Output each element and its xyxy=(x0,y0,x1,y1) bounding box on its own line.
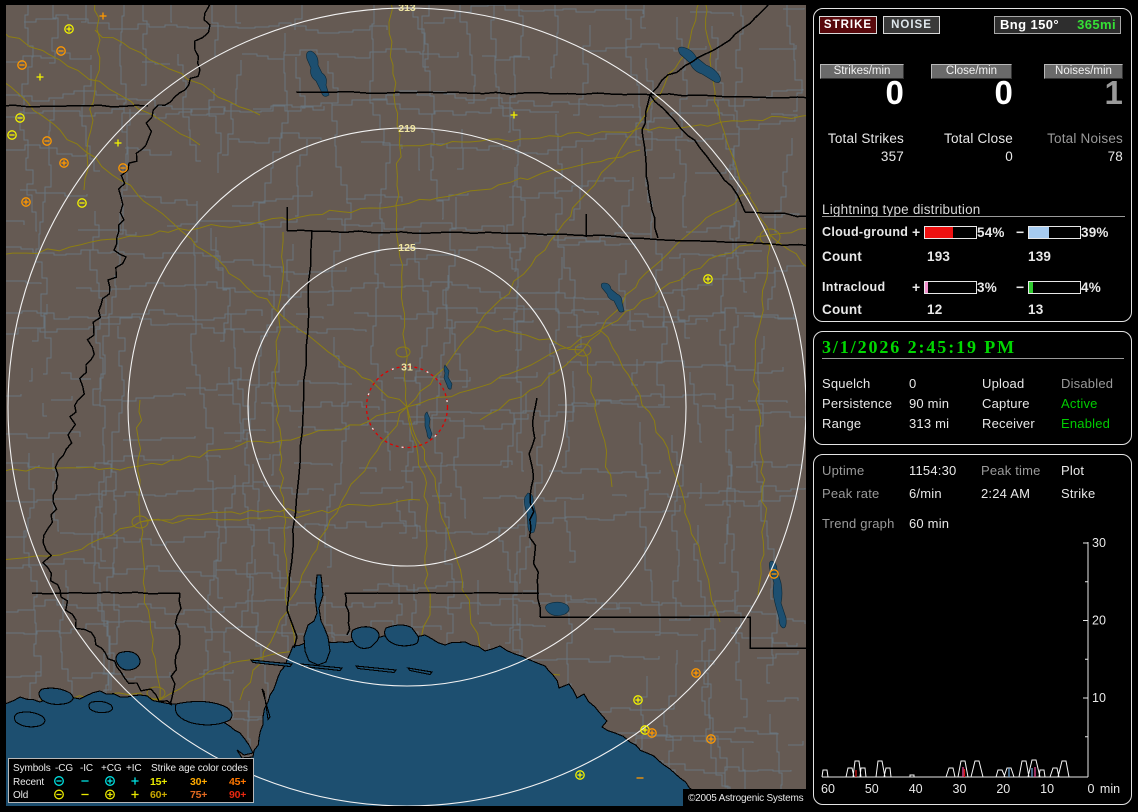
svg-text:60+: 60+ xyxy=(150,789,167,801)
svg-text:30: 30 xyxy=(1092,536,1106,550)
svg-text:313: 313 xyxy=(398,5,416,14)
svg-text:+CG: +CG xyxy=(101,763,122,774)
svg-text:+IC: +IC xyxy=(126,763,142,774)
svg-text:31: 31 xyxy=(401,362,413,374)
svg-text:30: 30 xyxy=(953,782,967,796)
svg-text:©2005 Astrogenic Systems: ©2005 Astrogenic Systems xyxy=(688,793,804,804)
svg-text:min: min xyxy=(1100,782,1120,796)
svg-text:50: 50 xyxy=(865,782,879,796)
svg-text:125: 125 xyxy=(398,242,416,254)
svg-text:Symbols: Symbols xyxy=(13,763,51,774)
svg-text:20: 20 xyxy=(996,782,1010,796)
svg-text:10: 10 xyxy=(1092,691,1106,705)
svg-text:Recent: Recent xyxy=(13,777,44,788)
svg-text:219: 219 xyxy=(398,123,416,135)
svg-text:0: 0 xyxy=(1088,782,1095,796)
svg-text:-IC: -IC xyxy=(80,763,93,774)
svg-text:Old: Old xyxy=(13,790,28,801)
svg-text:Strike age color codes: Strike age color codes xyxy=(151,763,248,774)
svg-text:60: 60 xyxy=(821,782,835,796)
svg-text:45+: 45+ xyxy=(229,776,246,788)
svg-text:40: 40 xyxy=(909,782,923,796)
svg-text:-CG: -CG xyxy=(55,763,73,774)
svg-text:15+: 15+ xyxy=(150,776,167,788)
svg-text:75+: 75+ xyxy=(190,789,207,801)
svg-text:20: 20 xyxy=(1092,614,1106,628)
svg-text:10: 10 xyxy=(1040,782,1054,796)
svg-text:90+: 90+ xyxy=(229,789,246,801)
svg-text:30+: 30+ xyxy=(190,776,207,788)
